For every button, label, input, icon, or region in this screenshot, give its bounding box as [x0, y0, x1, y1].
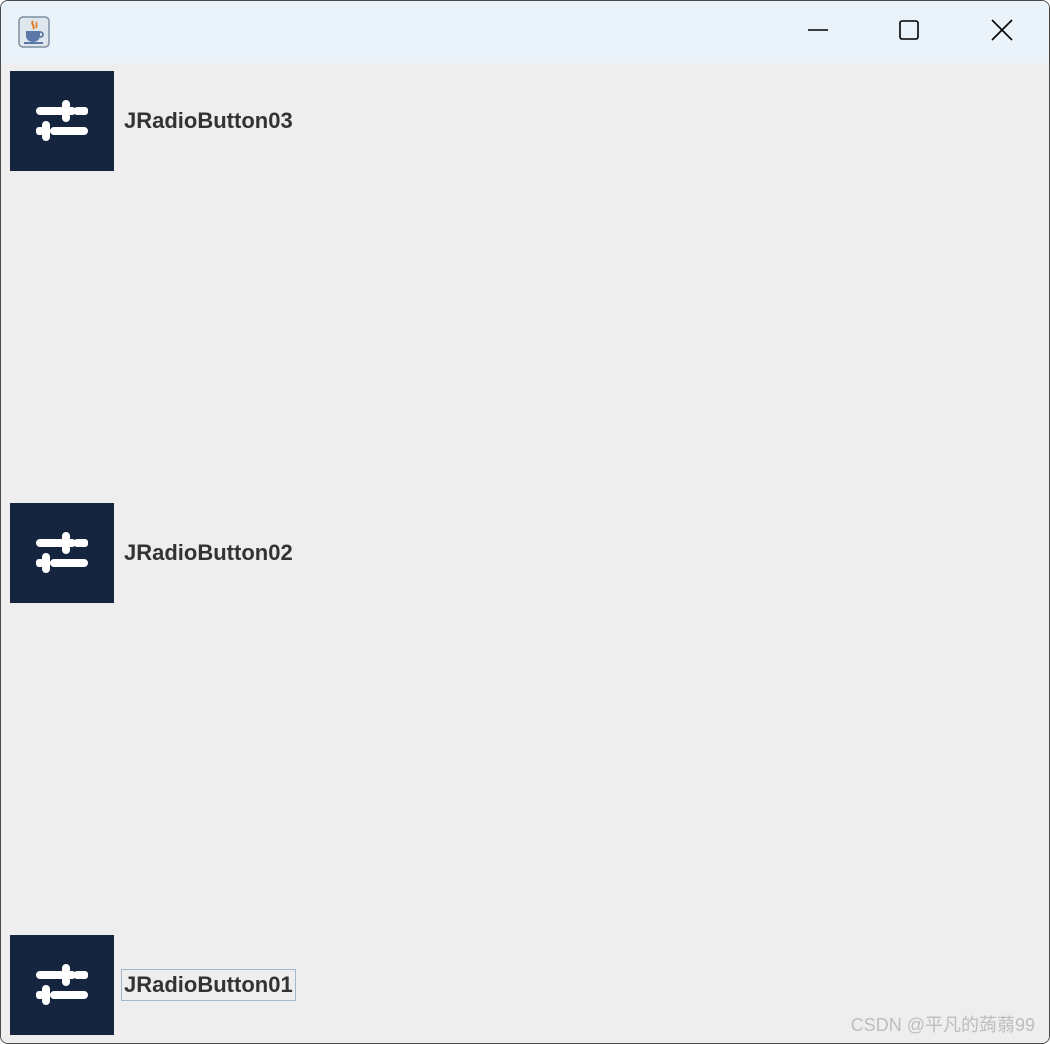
radio-button-label[interactable]: JRadioButton01 [121, 969, 296, 1001]
title-bar[interactable] [1, 1, 1049, 63]
watermark: CSDN @平凡的蒟蒻99 [850, 1015, 1035, 1035]
sliders-icon[interactable] [10, 71, 114, 171]
java-coffee-icon[interactable] [18, 16, 50, 48]
radio-button-03[interactable]: JRadioButton03 [10, 71, 296, 171]
minimize-button[interactable] [772, 1, 864, 63]
radio-button-01[interactable]: JRadioButton01 [10, 935, 296, 1035]
sliders-icon[interactable] [10, 503, 114, 603]
close-icon [991, 18, 1013, 46]
radio-button-label[interactable]: JRadioButton03 [121, 105, 296, 137]
close-button[interactable] [956, 1, 1048, 63]
application-window: JRadioButton03 JRadioButton02 JRadioButt… [0, 0, 1050, 1044]
radio-button-label[interactable]: JRadioButton02 [121, 537, 296, 569]
maximize-icon [898, 19, 920, 46]
radio-button-02[interactable]: JRadioButton02 [10, 503, 296, 603]
content-pane: JRadioButton03 JRadioButton02 JRadioButt… [1, 63, 1049, 1043]
maximize-button[interactable] [863, 1, 955, 63]
minimize-icon [807, 19, 829, 46]
sliders-icon[interactable] [10, 935, 114, 1035]
